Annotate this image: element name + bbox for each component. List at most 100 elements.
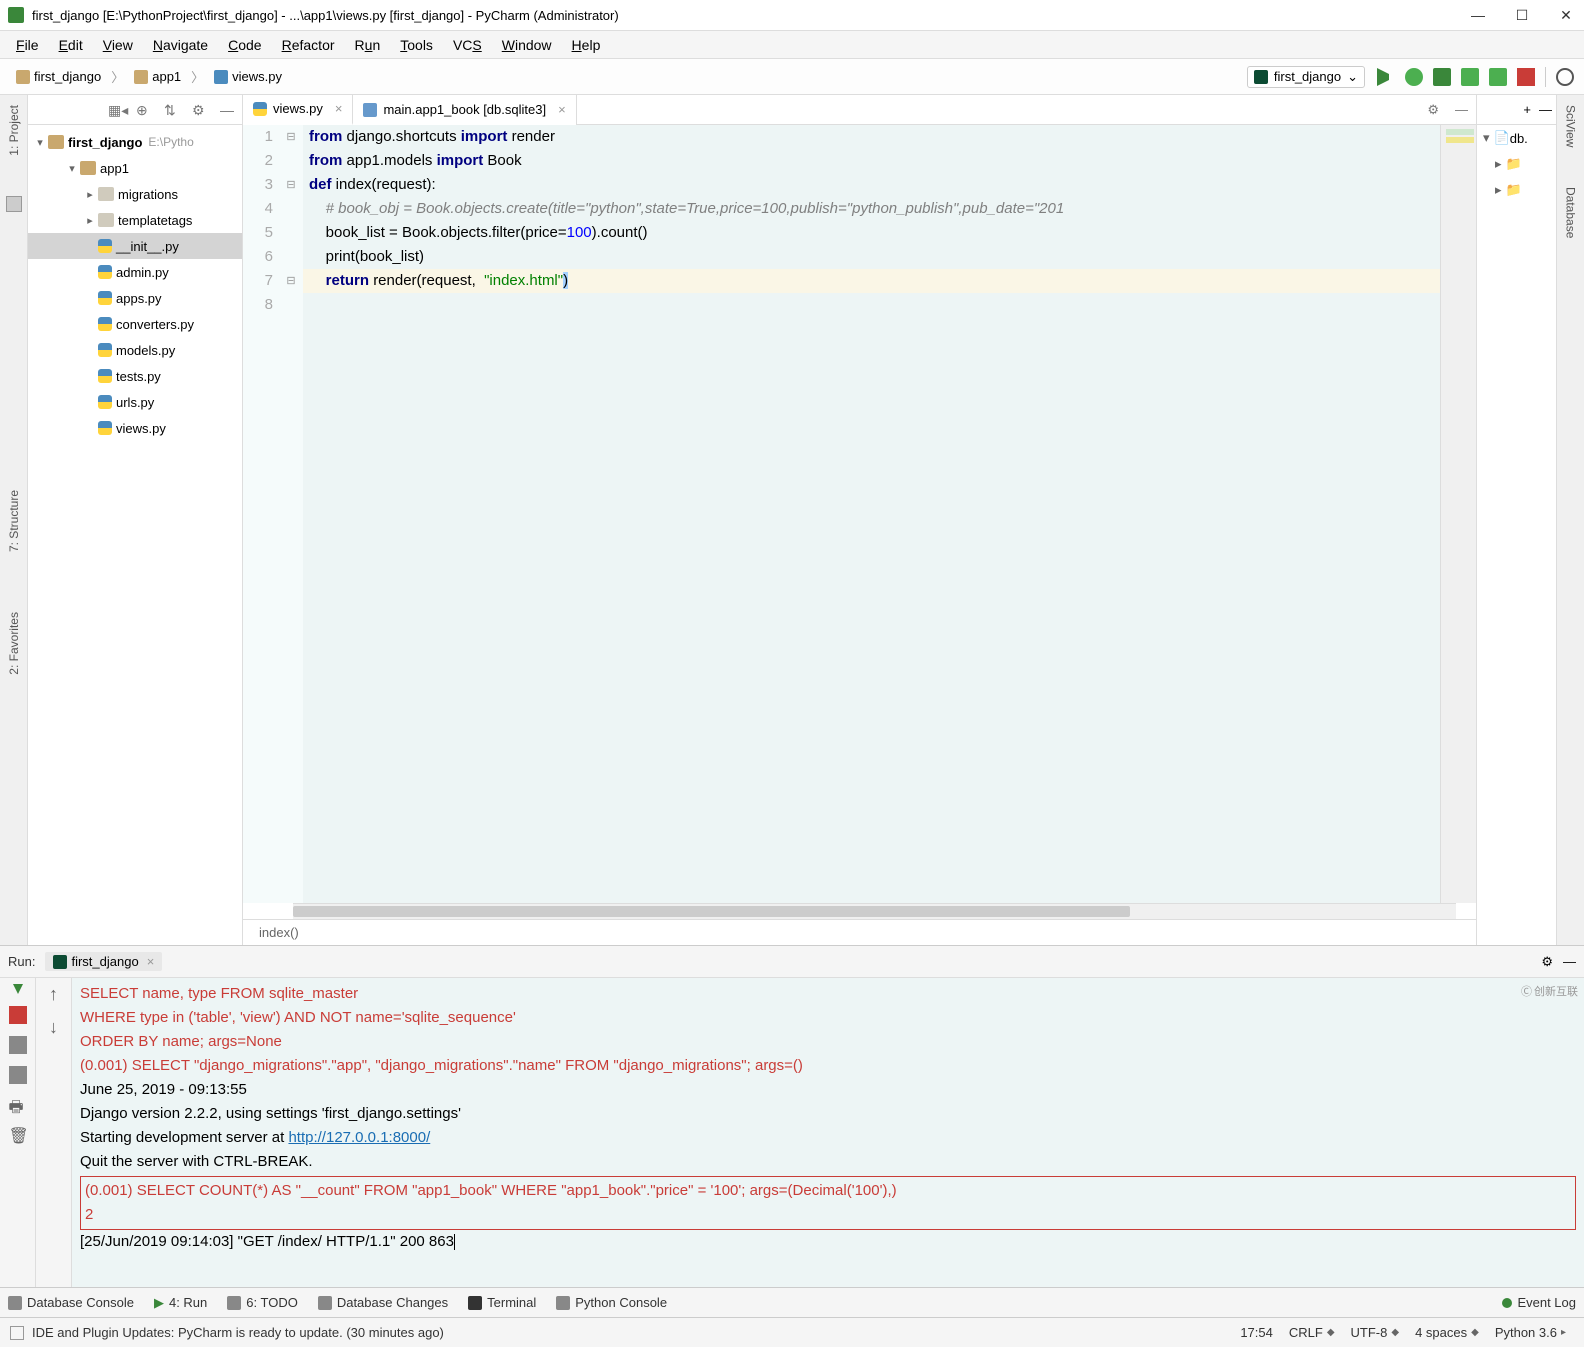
hide-icon[interactable]: — bbox=[1447, 102, 1476, 117]
close-icon[interactable]: × bbox=[147, 954, 155, 969]
stop-button[interactable] bbox=[9, 1006, 27, 1024]
up-button[interactable]: ↑ bbox=[49, 984, 58, 1005]
expand-arrow-icon[interactable]: ▸ bbox=[1495, 182, 1502, 198]
layout-button[interactable] bbox=[9, 1036, 27, 1054]
status-indent[interactable]: 4 spaces◆ bbox=[1407, 1325, 1487, 1340]
toolwindow-tab-run[interactable]: ▶4: Run bbox=[154, 1295, 207, 1311]
gear-icon[interactable]: ⚙ bbox=[1541, 954, 1553, 970]
menu-navigate[interactable]: Navigate bbox=[143, 37, 218, 53]
menu-run[interactable]: Run bbox=[345, 37, 391, 53]
tree-node[interactable]: admin.py bbox=[28, 259, 242, 285]
view-mode-icon[interactable]: ▦◂ bbox=[108, 102, 124, 118]
menu-tools[interactable]: Tools bbox=[390, 37, 443, 53]
event-log-button[interactable]: Event Log bbox=[1502, 1295, 1576, 1310]
tree-node[interactable]: models.py bbox=[28, 337, 242, 363]
run-button[interactable] bbox=[1377, 68, 1395, 86]
add-icon[interactable]: + bbox=[1523, 102, 1531, 117]
minimize-icon[interactable]: — bbox=[220, 102, 236, 118]
toolwindow-tab-todo[interactable]: 6: TODO bbox=[227, 1295, 298, 1310]
toolwindow-toggle-icon[interactable] bbox=[10, 1326, 24, 1340]
menu-help[interactable]: Help bbox=[562, 37, 611, 53]
gear-icon[interactable]: ⚙ bbox=[192, 102, 208, 118]
pin-button[interactable] bbox=[9, 1066, 27, 1084]
run-tab[interactable]: first_django× bbox=[45, 952, 162, 971]
breadcrumb-item[interactable]: app1 bbox=[128, 67, 187, 86]
rerun-button[interactable] bbox=[13, 984, 23, 994]
down-button[interactable]: ↓ bbox=[49, 1017, 58, 1038]
toolwindow-tab-db-console[interactable]: Database Console bbox=[8, 1295, 134, 1310]
menu-refactor[interactable]: Refactor bbox=[272, 37, 345, 53]
tree-node[interactable]: converters.py bbox=[28, 311, 242, 337]
tree-node[interactable]: ▸📁 bbox=[1477, 177, 1556, 203]
run-config-selector[interactable]: first_django ⌄ bbox=[1247, 66, 1365, 88]
status-message[interactable]: IDE and Plugin Updates: PyCharm is ready… bbox=[32, 1325, 444, 1340]
concurrent-button[interactable] bbox=[1489, 68, 1507, 86]
menu-view[interactable]: View bbox=[93, 37, 143, 53]
menu-file[interactable]: File bbox=[6, 37, 49, 53]
breadcrumb-item[interactable]: views.py bbox=[208, 67, 288, 86]
gear-icon[interactable]: ⚙ bbox=[1419, 102, 1447, 118]
breadcrumb-item[interactable]: first_django bbox=[10, 67, 107, 86]
tree-node[interactable]: tests.py bbox=[28, 363, 242, 389]
status-encoding[interactable]: UTF-8◆ bbox=[1343, 1325, 1408, 1340]
menu-window[interactable]: Window bbox=[492, 37, 562, 53]
status-interpreter[interactable]: Python 3.6▸ bbox=[1487, 1325, 1574, 1340]
fold-column[interactable]: ⊟⊟⊟ bbox=[279, 125, 303, 903]
maximize-button[interactable]: ☐ bbox=[1512, 7, 1532, 24]
profile-button[interactable] bbox=[1461, 68, 1479, 86]
expand-arrow-icon[interactable]: ▾ bbox=[32, 136, 48, 149]
stop-button[interactable] bbox=[1517, 68, 1535, 86]
search-everywhere-button[interactable] bbox=[1556, 68, 1574, 86]
tree-node[interactable]: ▸templatetags bbox=[28, 207, 242, 233]
toolwindow-tab-python-console[interactable]: Python Console bbox=[556, 1295, 667, 1310]
print-button[interactable]: 🖶 bbox=[9, 1096, 27, 1114]
editor-tab[interactable]: main.app1_book [db.sqlite3] × bbox=[353, 95, 576, 125]
console-output[interactable]: SELECT name, type FROM sqlite_master WHE… bbox=[72, 978, 1584, 1287]
expand-arrow-icon[interactable]: ▾ bbox=[64, 162, 80, 175]
expand-arrow-icon[interactable]: ▸ bbox=[82, 188, 98, 201]
menu-code[interactable]: Code bbox=[218, 37, 271, 53]
tree-node[interactable]: ▸migrations bbox=[28, 181, 242, 207]
menu-vcs[interactable]: VCS bbox=[443, 37, 492, 53]
toolwindow-tab-terminal[interactable]: Terminal bbox=[468, 1295, 536, 1310]
delete-button[interactable]: 🗑 bbox=[9, 1126, 27, 1144]
editor-breadcrumb[interactable]: index() bbox=[243, 919, 1476, 945]
toolwindow-tab-sciview[interactable]: SciView bbox=[1564, 105, 1578, 147]
editor-tab[interactable]: views.py × bbox=[243, 95, 353, 125]
debug-button[interactable] bbox=[1405, 68, 1423, 86]
project-tree[interactable]: ▾first_djangoE:\Pytho ▾app1▸migrations▸t… bbox=[28, 125, 242, 945]
error-stripe[interactable] bbox=[1440, 125, 1476, 903]
hide-icon[interactable]: — bbox=[1563, 954, 1576, 969]
close-tab-icon[interactable]: × bbox=[558, 102, 566, 117]
expand-arrow-icon[interactable]: ▾ bbox=[1483, 130, 1490, 146]
tree-node[interactable]: apps.py bbox=[28, 285, 242, 311]
code-area[interactable]: from django.shortcuts import render from… bbox=[303, 125, 1440, 903]
horizontal-scrollbar[interactable] bbox=[293, 903, 1456, 919]
close-button[interactable]: ✕ bbox=[1556, 7, 1576, 24]
tree-node-root[interactable]: ▾first_djangoE:\Pytho bbox=[28, 129, 242, 155]
toolwindow-tab-db-changes[interactable]: Database Changes bbox=[318, 1295, 448, 1310]
minimize-button[interactable]: — bbox=[1468, 7, 1488, 24]
tree-node[interactable]: ▸📁 bbox=[1477, 151, 1556, 177]
tree-node[interactable]: ▾app1 bbox=[28, 155, 242, 181]
hide-icon[interactable]: — bbox=[1539, 102, 1552, 117]
status-line-separator[interactable]: CRLF◆ bbox=[1281, 1325, 1343, 1340]
tree-node[interactable]: urls.py bbox=[28, 389, 242, 415]
toolwindow-tab-database[interactable]: Database bbox=[1564, 187, 1578, 238]
menu-edit[interactable]: Edit bbox=[49, 37, 93, 53]
tree-node[interactable]: __init__.py bbox=[28, 233, 242, 259]
tree-node[interactable]: views.py bbox=[28, 415, 242, 441]
toolwindow-tab-structure[interactable]: 7: Structure bbox=[7, 490, 21, 552]
toolwindow-tab-project[interactable]: 1: Project bbox=[7, 105, 21, 156]
code-editor[interactable]: 12345678 ⊟⊟⊟ from django.shortcuts impor… bbox=[243, 125, 1476, 903]
toolwindow-tab-favorites[interactable]: 2: Favorites bbox=[7, 612, 21, 675]
expand-arrow-icon[interactable]: ▸ bbox=[82, 214, 98, 227]
coverage-button[interactable] bbox=[1433, 68, 1451, 86]
tree-node[interactable]: ▾📄 db. bbox=[1477, 125, 1556, 151]
locate-icon[interactable]: ⊕ bbox=[136, 102, 152, 118]
toolwindow-icon[interactable] bbox=[6, 196, 22, 212]
close-tab-icon[interactable]: × bbox=[335, 101, 343, 116]
expand-arrow-icon[interactable]: ▸ bbox=[1495, 156, 1502, 172]
collapse-icon[interactable]: ⇅ bbox=[164, 102, 180, 118]
server-url-link[interactable]: http://127.0.0.1:8000/ bbox=[288, 1129, 430, 1146]
